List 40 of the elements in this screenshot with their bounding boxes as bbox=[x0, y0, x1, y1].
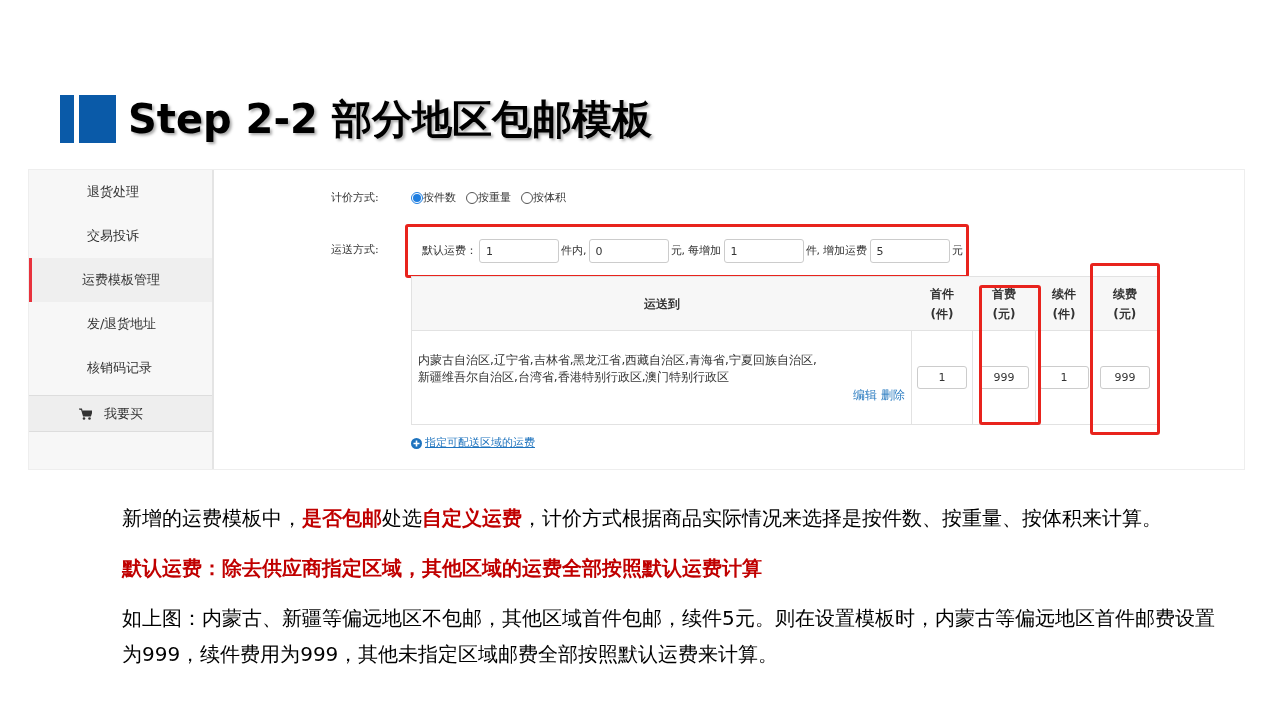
column-header: 首费 (元) bbox=[972, 276, 1036, 331]
shipping-label: 运送方式: bbox=[331, 242, 380, 258]
table-input[interactable]: 1 bbox=[1039, 366, 1089, 389]
pricing-label: 计价方式: bbox=[331, 189, 380, 206]
region-list: 内蒙古自治区,辽宁省,吉林省,黑龙江省,西藏自治区,青海省,宁夏回族自治区,新疆维吾尔自治区,台湾省,香港特别行政区,澳门特别行政区 bbox=[418, 351, 828, 386]
sidebar-item[interactable]: 发/退货地址 bbox=[29, 302, 212, 346]
body-paragraph: 如上图：内蒙古、新疆等偏远地区不包邮，其他区域首件包邮，续件5元。则在设置模板时，内蒙古等偏远地区首件邮费设置为999，续件费用为999，其他未指定区域邮费全部按照默认运费来计算。 bbox=[122, 605, 1216, 668]
slide-title: Step 2-2 部分地区包邮模板 bbox=[128, 94, 652, 144]
title-bars-icon bbox=[60, 94, 116, 143]
radio-option[interactable]: 按重量 bbox=[466, 189, 511, 207]
fee-input[interactable]: 1 bbox=[479, 239, 559, 263]
fee-input[interactable]: 0 bbox=[588, 239, 669, 263]
sidebar-item[interactable]: 核销码记录 bbox=[29, 346, 212, 390]
table-input[interactable]: 1 bbox=[917, 366, 967, 389]
sidebar-item[interactable]: 交易投诉 bbox=[29, 214, 212, 258]
column-header: 续件 (件) bbox=[1035, 276, 1093, 331]
cart-icon bbox=[79, 407, 92, 420]
column-header: 首件 (件) bbox=[911, 276, 973, 331]
table-input[interactable]: 999 bbox=[1100, 366, 1150, 389]
table-input[interactable]: 999 bbox=[979, 366, 1029, 389]
fee-input[interactable]: 5 bbox=[869, 239, 950, 263]
fee-input[interactable]: 1 bbox=[723, 239, 804, 263]
body-paragraph: 默认运费：除去供应商指定区域，其他区域的运费全部按照默认运费计算 bbox=[122, 555, 763, 582]
sidebar-item[interactable]: 退货处理 bbox=[29, 170, 212, 214]
body-paragraph: 新增的运费模板中，是否包邮处选自定义运费，计价方式根据商品实际情况来选择是按件数、按重量、按体积来计算。 bbox=[122, 505, 1163, 532]
fee-text: 元 bbox=[951, 242, 963, 259]
fee-text: 元, 每增加 bbox=[670, 242, 722, 259]
column-header: 运送到 bbox=[411, 276, 912, 331]
row-action-link[interactable]: 编辑 bbox=[853, 385, 877, 404]
fee-text: 默认运费： bbox=[422, 242, 477, 259]
fee-text: 件, 增加运费 bbox=[805, 242, 868, 259]
add-region-link[interactable]: 指定可配送区域的运费 bbox=[425, 435, 535, 452]
buy-button[interactable]: 我要买 bbox=[29, 395, 212, 432]
radio-option[interactable]: 按体积 bbox=[521, 189, 566, 207]
row-action-link[interactable]: 删除 bbox=[881, 385, 905, 404]
column-header: 续费 (元) bbox=[1092, 276, 1158, 331]
sidebar-item[interactable]: 运费模板管理 bbox=[29, 258, 212, 302]
radio-option[interactable]: 按件数 bbox=[411, 189, 456, 207]
fee-text: 件内, bbox=[561, 242, 587, 259]
plus-circle-icon bbox=[411, 437, 422, 449]
